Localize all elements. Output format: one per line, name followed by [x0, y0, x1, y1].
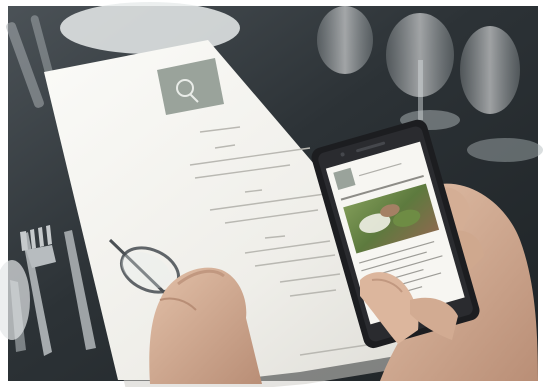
- photo-frame: [0, 0, 546, 387]
- restaurant-menu-phone-photo: [0, 0, 546, 387]
